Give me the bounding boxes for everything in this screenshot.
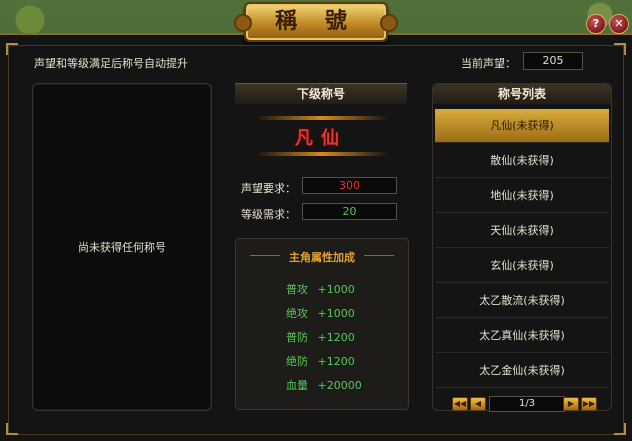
title-list-item[interactable]: 太乙散流(未获得) [435,284,609,318]
corner-ornament [6,423,18,435]
hint-text: 声望和等级满足后称号自动提升 [34,57,188,70]
attribute-name: 绝攻 [286,307,308,320]
owned-title-panel: 尚未获得任何称号 [32,83,212,411]
attribute-value: +1000 [317,307,355,320]
title-list-panel: 称号列表 凡仙(未获得) 散仙(未获得) 地仙(未获得) 天仙(未获得) 玄仙(… [432,83,612,411]
attribute-row: 普防 +1200 [286,329,355,345]
title-list-item[interactable]: 太乙金仙(未获得) [435,354,609,388]
reputation-label: 当前声望： [461,57,516,70]
title-list-item[interactable]: 太乙真仙(未获得) [435,319,609,353]
corner-ornament [614,43,626,55]
next-page-button[interactable]: ▶ [563,397,579,411]
attribute-value: +1200 [317,331,355,344]
attribute-row: 血量 +20000 [286,377,362,393]
window-title: 稱 號 [234,2,398,42]
last-page-button[interactable]: ▶▶ [581,397,597,411]
title-list-item[interactable]: 玄仙(未获得) [435,249,609,283]
title-list-item[interactable]: 凡仙(未获得) [435,109,609,143]
corner-ornament [614,423,626,435]
attribute-name: 血量 [286,379,308,392]
attribute-row: 绝防 +1200 [286,353,355,369]
attribute-name: 普攻 [286,283,308,296]
attribute-name: 普防 [286,331,308,344]
ornament-line [364,255,394,256]
next-title-name: 凡仙 [295,128,347,149]
next-title-header: 下级称号 [235,83,407,104]
attribute-value: +1000 [317,283,355,296]
page-indicator: 1/3 [489,396,565,412]
previous-page-icon: ◀ [474,399,482,408]
attribute-bonus-title: 主角属性加成 [289,251,355,264]
title-list-header: 称号列表 [433,84,611,104]
first-page-button[interactable]: ◀◀ [452,397,468,411]
title-list-item[interactable]: 散仙(未获得) [435,144,609,178]
title-list-item[interactable]: 地仙(未获得) [435,179,609,213]
last-page-icon: ▶▶ [582,399,596,408]
required-level-label: 等级需求： [241,208,296,221]
previous-page-button[interactable]: ◀ [470,397,486,411]
attribute-row: 绝攻 +1000 [286,305,355,321]
title-list-item[interactable]: 天仙(未获得) [435,214,609,248]
required-level-value: 20 [302,203,397,220]
attribute-value: +1200 [317,355,355,368]
first-page-icon: ◀◀ [453,399,467,408]
title-divider [256,116,388,120]
attribute-row: 普攻 +1000 [286,281,355,297]
title-divider [256,152,388,156]
required-reputation-label: 声望要求： [241,182,296,195]
attribute-name: 绝防 [286,355,308,368]
close-button[interactable]: ✕ [609,14,629,34]
corner-ornament [6,43,18,55]
attribute-bonus-panel: 主角属性加成 普攻 +1000 绝攻 +1000 普防 +1200 绝防 +12… [235,238,409,410]
help-button[interactable]: ? [586,14,606,34]
empty-state-text: 尚未获得任何称号 [78,241,166,254]
required-reputation-value: 300 [302,177,397,194]
next-page-icon: ▶ [567,399,575,408]
reputation-value: 205 [523,52,583,70]
attribute-value: +20000 [317,379,362,392]
